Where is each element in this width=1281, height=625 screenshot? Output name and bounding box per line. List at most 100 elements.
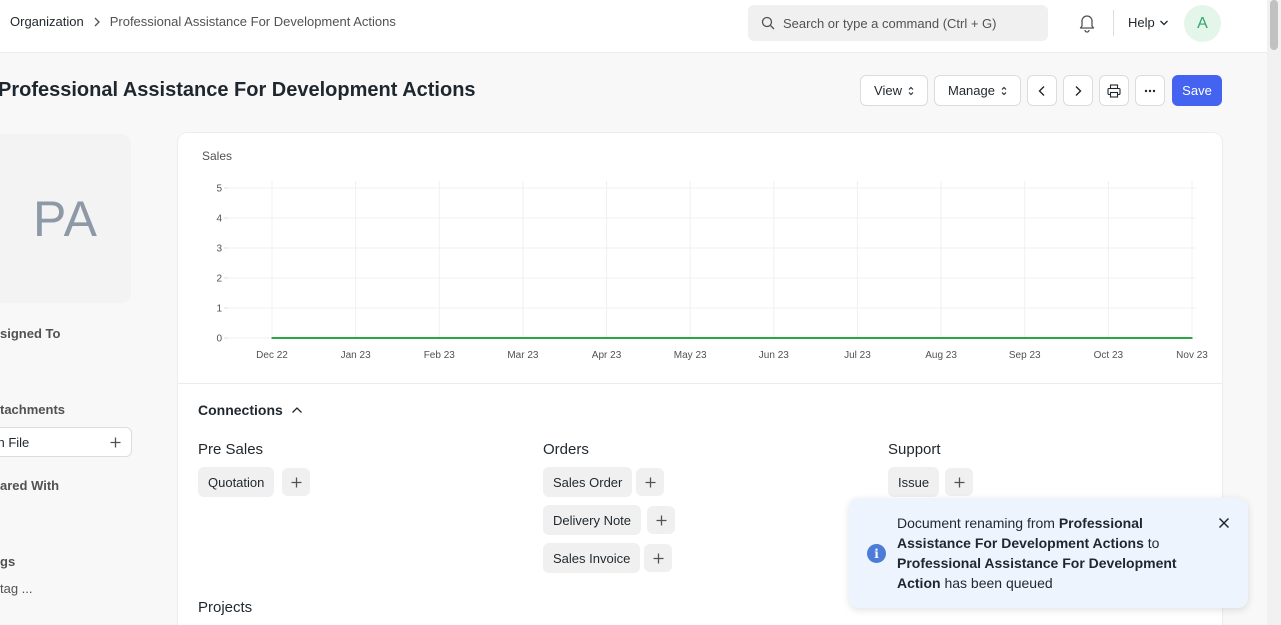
organization-image[interactable]: PA (0, 134, 131, 303)
chevron-up-icon (291, 406, 303, 414)
toast-suffix: has been queued (940, 575, 1053, 591)
chevron-right-icon (93, 17, 101, 27)
connection-sales-invoice[interactable]: Sales Invoice (543, 543, 641, 573)
chart-ytick-label: 1 (216, 304, 222, 315)
scrollbar[interactable] (1267, 0, 1281, 625)
view-button-label: View (874, 83, 902, 98)
close-icon[interactable] (1218, 517, 1230, 529)
breadcrumb: Organization Professional Assistance For… (10, 14, 396, 29)
chevron-left-icon (1038, 85, 1046, 97)
attachments-label: tachments (0, 402, 66, 417)
chart-data-point (773, 337, 775, 339)
manage-button-label: Manage (948, 83, 995, 98)
toast-middle: to (1143, 535, 1160, 551)
tags-label: gs (0, 554, 16, 569)
chart-data-point (689, 337, 691, 339)
help-label: Help (1128, 15, 1155, 30)
group-title-orders: Orders (543, 441, 589, 458)
add-sales-order-button[interactable] (636, 468, 664, 496)
select-updown-icon (1001, 86, 1007, 96)
chart-xtick-label: Mar 23 (507, 350, 539, 361)
more-icon (1144, 89, 1156, 93)
chart-xtick-label: Nov 23 (1176, 350, 1208, 361)
chart-xtick-label: Jul 23 (844, 350, 871, 361)
chart-data-point (522, 337, 524, 339)
plus-icon (291, 477, 302, 488)
plus-icon (110, 437, 121, 448)
connection-sales-order[interactable]: Sales Order (543, 467, 633, 497)
plus-icon (653, 553, 664, 564)
chart-xtick-label: Apr 23 (592, 350, 622, 361)
connections-header[interactable]: Connections (198, 402, 303, 418)
toast-prefix: Document renaming from (897, 515, 1059, 531)
chart-ytick-label: 3 (216, 244, 222, 255)
chart-title: Sales (202, 149, 233, 163)
image-initials: PA (33, 190, 98, 247)
add-delivery-note-button[interactable] (647, 506, 675, 534)
chart-data-point (438, 337, 441, 339)
add-issue-button[interactable] (945, 468, 973, 496)
plus-icon (954, 477, 965, 488)
printer-icon (1107, 83, 1121, 98)
group-title-projects: Projects (198, 599, 253, 616)
chart-xtick-label: Sep 23 (1009, 350, 1041, 361)
next-button[interactable] (1063, 75, 1093, 106)
previous-button[interactable] (1027, 75, 1057, 106)
save-button[interactable]: Save (1172, 75, 1222, 106)
chart-data-point (1107, 337, 1110, 339)
breadcrumb-organization[interactable]: Organization (10, 14, 84, 29)
chart-xtick-label: Jun 23 (759, 350, 789, 361)
attach-file-button[interactable]: ch File (0, 427, 132, 457)
print-button[interactable] (1099, 75, 1129, 106)
scrollbar-thumb[interactable] (1270, 0, 1278, 50)
sales-chart: 0 1 2 3 4 5 Dec 22 Jan 23 Feb 23 Mar 23 Apr 23 May … (216, 181, 1208, 361)
chart-data-point (856, 337, 859, 339)
add-sales-invoice-button[interactable] (644, 544, 672, 572)
add-quotation-button[interactable] (282, 468, 310, 496)
card-divider (178, 383, 1222, 384)
chart-xtick-label: Aug 23 (925, 350, 957, 361)
manage-button[interactable]: Manage (934, 75, 1021, 106)
connection-issue[interactable]: Issue (888, 467, 940, 497)
navbar: Organization Professional Assistance For… (0, 0, 1281, 53)
chart-data-point (940, 337, 942, 339)
chart-data-point (1023, 337, 1026, 339)
chart-xtick-label: Feb 23 (424, 350, 456, 361)
attach-file-label: ch File (0, 434, 30, 450)
shared-with-label: ared With (0, 478, 60, 493)
info-icon: i (867, 544, 886, 563)
add-tag-link[interactable]: tag ... (0, 581, 33, 596)
connection-delivery-note[interactable]: Delivery Note (543, 505, 642, 535)
select-updown-icon (908, 86, 914, 96)
group-title-pre-sales: Pre Sales (198, 441, 264, 458)
navbar-divider (1113, 10, 1114, 36)
chart-xtick-label: Dec 22 (256, 350, 288, 361)
page-title: Professional Assistance For Development … (0, 79, 476, 101)
chart-ytick-label: 2 (216, 274, 222, 285)
more-button[interactable] (1135, 75, 1165, 106)
chart-xtick-label: Jan 23 (341, 350, 371, 361)
search-icon (761, 16, 775, 30)
toast-notification: i Document renaming from Professional As… (849, 498, 1248, 608)
breadcrumb-current[interactable]: Professional Assistance For Development … (110, 14, 396, 29)
plus-icon (645, 477, 656, 488)
connection-quotation[interactable]: Quotation (198, 467, 275, 497)
chart-data-point (271, 337, 273, 339)
chart-xtick-label: May 23 (674, 350, 707, 361)
chart-data-point (354, 337, 357, 339)
chart-ytick-label: 5 (216, 184, 222, 195)
toast-message: Document renaming from Professional Assi… (897, 513, 1197, 593)
search-input[interactable]: Search or type a command (Ctrl + G) (748, 5, 1048, 41)
assigned-to-label: signed To (0, 326, 61, 341)
help-dropdown[interactable]: Help (1128, 15, 1169, 30)
bell-icon[interactable] (1078, 13, 1096, 33)
plus-icon (656, 515, 667, 526)
chart-xtick-label: Oct 23 (1094, 350, 1124, 361)
chart-ytick-label: 0 (216, 334, 222, 345)
avatar[interactable]: A (1184, 5, 1221, 42)
chart-data-point (1191, 337, 1193, 339)
chevron-down-icon (1159, 19, 1169, 27)
search-placeholder: Search or type a command (Ctrl + G) (783, 15, 997, 31)
chart-data-point (605, 337, 608, 339)
view-button[interactable]: View (860, 75, 928, 106)
